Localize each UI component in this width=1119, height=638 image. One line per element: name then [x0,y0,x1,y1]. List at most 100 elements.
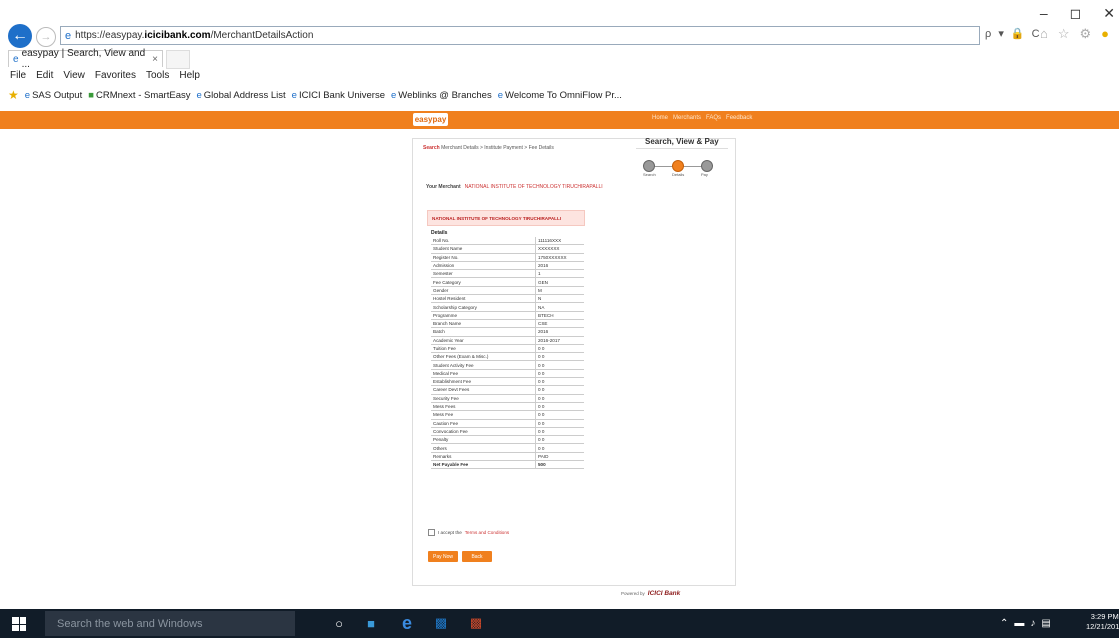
terms-checkbox[interactable] [428,529,435,536]
volume-icon[interactable]: ♪ [1030,618,1035,629]
fav-item[interactable]: e Welcome To OmniFlow Pr... [498,90,622,101]
fee-label: Gender [431,286,536,296]
fee-label: Admission [431,261,536,271]
fee-amount-input[interactable]: 0 0 [535,360,584,370]
new-tab-button[interactable] [166,50,190,69]
task-view-icon[interactable]: ○ [328,612,350,634]
fee-label: Hostel Resident [431,294,536,304]
address-bar[interactable]: e https://easypay. icicibank.com /Mercha… [60,26,980,45]
toolbar-icons: ⌂ ☆ ⚙ ● [1040,26,1109,42]
fee-label: Batch [431,327,536,337]
fee-amount-input[interactable]: 0 0 [535,377,584,387]
outlook-icon[interactable]: ▩ [430,612,452,634]
fee-value: 111116XXX [535,237,584,246]
fee-label: Roll No. [431,237,536,246]
fee-label: Mess Fee [431,410,536,420]
powerpoint-icon[interactable]: ▩ [465,612,487,634]
fee-label: Student Activity Fee [431,360,536,370]
menu-help[interactable]: Help [179,70,200,81]
menu-view[interactable]: View [63,70,85,81]
terms-prefix: I accept the [438,530,462,535]
easypay-logo[interactable]: easypay [413,113,448,126]
fee-label: Student Name [431,244,536,254]
fav-item[interactable]: e Global Address List [196,90,285,101]
title-divider [636,148,728,149]
store-icon[interactable]: ■ [360,612,382,634]
ie-tab-icon: e [13,53,19,65]
top-link-home[interactable]: Home [652,115,668,121]
pay-now-button[interactable]: Pay Now [428,551,458,562]
breadcrumb-label[interactable]: Search [423,145,440,151]
fee-row: Roll No. 111116XXX [431,237,584,246]
address-tools[interactable]: ρ ▾ 🔒 C [985,27,1042,40]
smiley-icon[interactable]: ● [1101,26,1109,42]
fav-item[interactable]: e ICICI Bank Universe [292,90,385,101]
step-details: Details [672,160,684,177]
back-arrow-icon[interactable]: ← [8,24,32,48]
ie-icon: e [497,89,504,101]
fee-label: Career Devt Fees [431,385,536,395]
menu-edit[interactable]: Edit [36,70,53,81]
fee-value: 2016 [535,261,584,271]
gear-icon[interactable]: ⚙ [1080,26,1092,42]
fee-row: Academic Year 2016-2017 [431,336,584,345]
fee-amount-input[interactable]: 0 0 [535,410,584,420]
top-link-merchants[interactable]: Merchants [673,115,701,121]
terms-link[interactable]: Terms and Conditions [465,530,509,535]
top-links: Home Merchants FAQs Feedback [652,115,752,121]
fee-amount-input[interactable]: 0 0 [535,352,584,362]
ie-icon: e [24,89,31,101]
menu-favorites[interactable]: Favorites [95,70,136,81]
close-tab-icon[interactable]: × [152,54,158,65]
internet-explorer-icon[interactable]: e [396,612,418,634]
fav-item[interactable]: e Weblinks @ Branches [391,90,492,101]
step-pay: Pay [701,160,713,177]
windows-start-icon[interactable] [12,617,26,631]
close-button[interactable]: ✕ [1103,5,1115,22]
taskbar-search[interactable]: Search the web and Windows [45,611,295,636]
fee-amount-input[interactable]: 0 0 [535,402,584,412]
tab-easypay[interactable]: e easypay | Search, View and ... × [8,48,163,70]
fee-row: Student Name XXXXXXX [431,244,584,254]
fav-item[interactable]: e SAS Output [25,90,82,101]
fee-value: N [535,294,584,304]
fee-amount-input[interactable]: 0 0 [535,427,584,437]
fee-value: XXXXXXX [535,244,584,254]
network-icon[interactable]: ▬ [1014,618,1024,629]
star-icon[interactable]: ☆ [1058,26,1070,42]
fee-amount-input[interactable]: 0 0 [535,344,584,354]
fee-amount-input[interactable]: 0 0 [535,419,584,428]
fee-label: Programme [431,311,536,320]
fee-value: NA [535,302,584,312]
fee-value: 1 [535,269,584,279]
fee-amount-input[interactable]: 0 0 [535,369,584,379]
merchant-line: Your Merchant NATIONAL INSTITUTE OF TECHN… [426,184,603,190]
forward-arrow-icon[interactable]: → [36,27,56,47]
step-dot-active [672,160,684,172]
fee-row: Establishment Fee 0 0 [431,377,584,387]
home-icon[interactable]: ⌂ [1040,26,1048,42]
fee-row: Convocation Fee 0 0 [431,427,584,437]
fee-amount-input[interactable]: 0 0 [535,443,584,453]
chevron-up-icon[interactable]: ⌃ [1000,618,1008,629]
fee-value: 500 [535,460,584,470]
minimize-button[interactable]: – [1040,5,1048,21]
notification-icon[interactable]: ▤ [1041,618,1050,629]
fee-amount-input[interactable]: 0 0 [535,435,584,445]
fee-row: Tuition Fee 0 0 [431,344,584,354]
fav-item[interactable]: ■ CRMnext - SmartEasy [88,90,190,101]
menu-file[interactable]: File [10,70,26,81]
fee-amount-input[interactable]: 0 0 [535,385,584,395]
back-button[interactable]: Back [462,551,492,562]
top-link-faqs[interactable]: FAQs [706,115,721,121]
maximize-button[interactable]: ◻ [1070,5,1082,22]
top-link-feedback[interactable]: Feedback [726,115,752,121]
favorites-star-icon[interactable]: ★ [8,88,19,102]
fee-row: Other Fees (Exam & Misc.) 0 0 [431,352,584,362]
fee-row: Programme BTECH [431,311,584,320]
taskbar-clock[interactable]: 3:29 PM 12/21/2016 [1086,612,1119,632]
menu-tools[interactable]: Tools [146,70,169,81]
powered-by-label: Powered by [621,591,645,596]
fee-amount-input[interactable]: 0 0 [535,394,584,403]
fee-label: Establishment Fee [431,377,536,387]
